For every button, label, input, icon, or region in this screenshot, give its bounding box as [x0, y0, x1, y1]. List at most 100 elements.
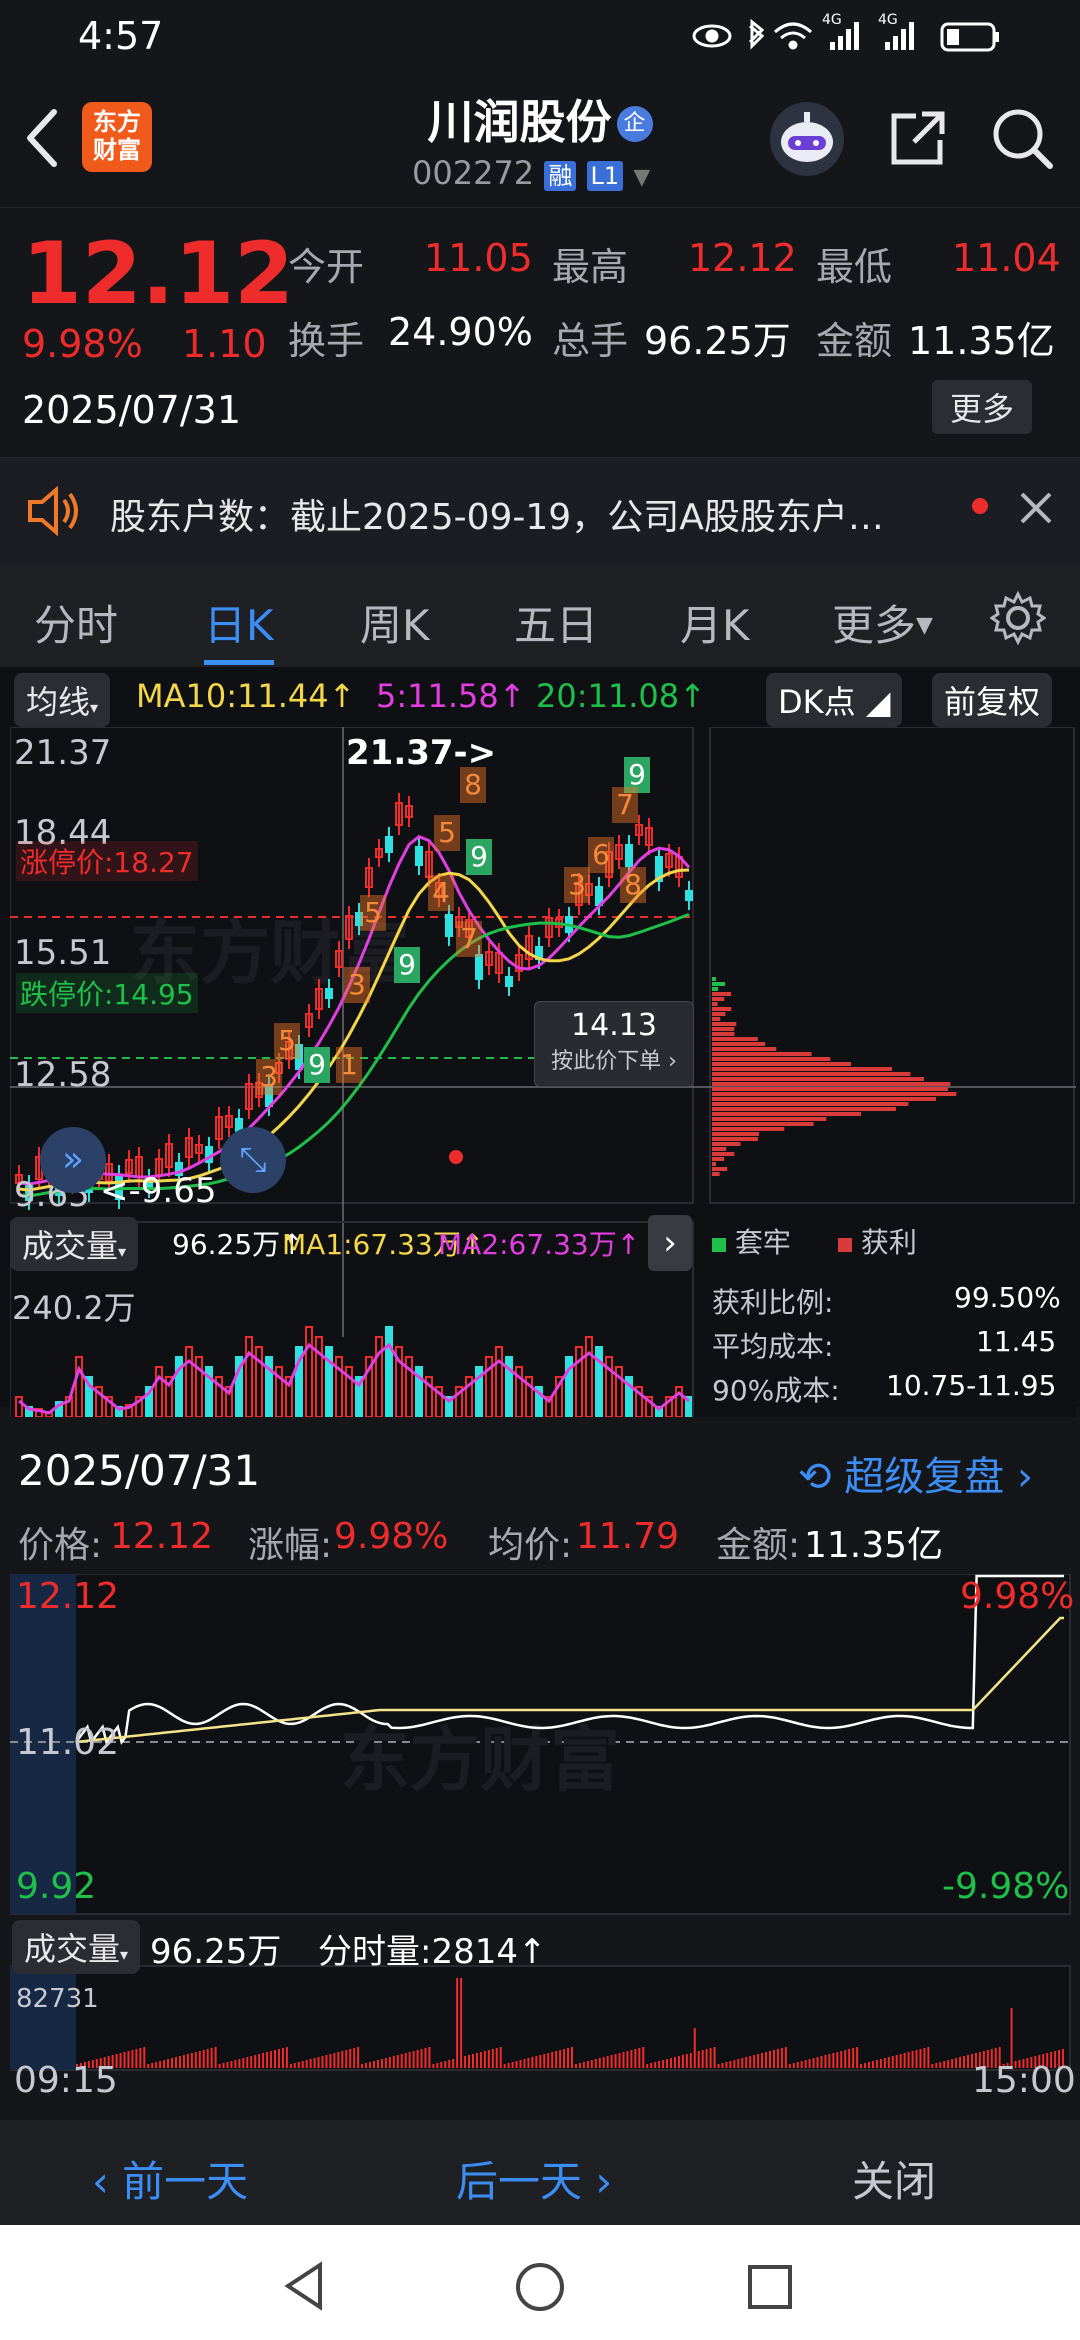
zoom-button[interactable]: ⤡: [220, 1127, 286, 1193]
tick-volume-bar: [376, 2060, 379, 2068]
tab-monthly-k[interactable]: 月K: [680, 592, 750, 653]
tick-volume-bar: [175, 2057, 177, 2068]
settings-gear-icon[interactable]: [990, 590, 1046, 646]
candle-body: [685, 890, 693, 901]
dk-point-label: DK点: [778, 683, 856, 721]
notice-bar[interactable]: 股东户数：截止2025-09-19，公司A股股东户…: [0, 457, 1080, 562]
tick-volume-bar: [967, 2055, 969, 2068]
tab-intraday[interactable]: 分时: [34, 592, 118, 653]
tick-volume-bar: [784, 2047, 787, 2068]
volume-ma2-readout: MA2:67.33万↑: [438, 1228, 641, 1261]
td-mark-three-2: 3: [344, 967, 370, 1003]
intraday-volume-selector[interactable]: 成交量▾: [12, 1920, 141, 1974]
next-day-label: 后一天: [456, 2157, 583, 2206]
tick-volume-bar: [432, 2064, 435, 2068]
detail-avg-label: 均价:: [488, 1525, 573, 1566]
tick-volume-bar: [547, 2053, 550, 2068]
dropdown-icon: ▼: [633, 165, 651, 190]
tick-volume-bar: [218, 2064, 221, 2068]
assistant-avatar[interactable]: [770, 102, 844, 176]
intraday-y-top: 12.12: [16, 1576, 120, 1617]
tick-volume-bar: [622, 2052, 625, 2068]
amount-label: 金额: [816, 319, 893, 363]
chip-bar: [712, 1117, 827, 1121]
chip-bar: [712, 1037, 758, 1041]
tick-volume-bar: [456, 1978, 459, 2068]
tick-volume-bar: [713, 2047, 716, 2068]
tick-volume-bar: [420, 2049, 423, 2068]
tick-volume-bar: [927, 2047, 930, 2068]
open-label: 今开: [288, 245, 365, 289]
tab-daily-k[interactable]: 日K: [204, 592, 274, 653]
tick-volume-bar: [895, 2055, 898, 2068]
tick-volume-bar: [677, 2056, 680, 2068]
intraday-svg[interactable]: 东方财富: [10, 1574, 1076, 2074]
tick-volume-bar: [444, 2061, 447, 2068]
chevron-right-button[interactable]: ›: [648, 1215, 692, 1271]
tick-volume-bar: [186, 2054, 189, 2068]
ma-selector[interactable]: 均线▾: [14, 673, 111, 727]
candle-body: [625, 844, 633, 867]
dk-point-button[interactable]: DK点 ◢: [766, 673, 903, 727]
close-icon[interactable]: [1016, 488, 1056, 528]
chip-bar: [712, 992, 732, 996]
tick-volume-bar: [246, 2057, 249, 2068]
search-icon[interactable]: [990, 106, 1054, 170]
tick-volume-bar: [365, 2063, 368, 2068]
more-button[interactable]: 更多: [932, 380, 1033, 434]
chip-bar: [712, 1022, 737, 1026]
chip-bar: [712, 1072, 911, 1076]
tick-volume-bar: [792, 2063, 795, 2068]
watermark-text-2: 东方财富: [340, 1719, 620, 1801]
tick-volume-bar: [416, 2050, 419, 2068]
tick-volume-bar: [266, 2052, 269, 2068]
tab-five-day[interactable]: 五日: [514, 592, 598, 653]
tick-volume-bar: [864, 2063, 867, 2068]
nav-recents-icon[interactable]: [746, 2263, 794, 2311]
high-label: 最高: [552, 245, 629, 289]
next-day-button[interactable]: 后一天 ›: [456, 2148, 612, 2209]
tick-volume-bar: [527, 2058, 530, 2068]
stock-code: 002272: [412, 154, 535, 192]
chip-bar: [712, 1092, 957, 1096]
chip-bar: [712, 1052, 812, 1056]
prev-day-button[interactable]: ‹ 前一天: [92, 2148, 248, 2209]
nav-back-icon[interactable]: [280, 2261, 330, 2311]
chip-legend-hold: 套牢: [712, 1221, 791, 1261]
chip-bar: [712, 1097, 936, 1101]
tick-volume-bar: [171, 2058, 174, 2068]
super-replay-button[interactable]: ⟲ 超级复盘 ›: [798, 1444, 1033, 1502]
tick-volume-bar: [373, 2061, 375, 2068]
close-button[interactable]: 关闭: [852, 2148, 936, 2209]
expand-left-button[interactable]: »: [40, 1127, 106, 1193]
detail-price: 12.12: [110, 1516, 214, 1557]
chip-bar: [712, 987, 719, 991]
tick-volume-bar: [943, 2061, 946, 2068]
tick-volume-bar: [123, 2052, 126, 2068]
tick-volume-bar: [531, 2057, 534, 2068]
profit-ratio-value: 99.50%: [954, 1281, 1061, 1314]
cursor-order-tooltip[interactable]: 14.13 按此价下单 ›: [534, 1001, 694, 1087]
chip-legend-profit: 获利: [838, 1221, 917, 1261]
tick-volume-bar: [935, 2063, 938, 2068]
tab-more[interactable]: 更多▼: [832, 592, 933, 653]
tick-volume-bar: [860, 2064, 863, 2068]
nav-home-icon[interactable]: [514, 2261, 566, 2313]
tick-volume-bar: [424, 2048, 427, 2068]
tick-volume-bar: [270, 2051, 273, 2068]
chip-bar: [712, 1002, 718, 1006]
chip-bar: [712, 1172, 720, 1176]
notice-dot: [972, 498, 988, 514]
tick-volume-bar: [654, 2062, 657, 2068]
share-icon[interactable]: [886, 106, 950, 170]
tick-volume-bar: [729, 2061, 732, 2068]
low-value: 11.04: [952, 236, 1061, 280]
tick-volume-bar: [903, 2053, 906, 2068]
volume-selector[interactable]: 成交量▾: [10, 1217, 139, 1271]
adjust-button[interactable]: 前复权: [932, 673, 1053, 727]
tab-weekly-k[interactable]: 周K: [360, 592, 430, 653]
stock-code-row[interactable]: 002272 融 L1 ▼: [412, 154, 650, 192]
tick-volume-bar: [836, 2052, 839, 2068]
chip-bar: [712, 1112, 862, 1116]
detail-date: 2025/07/31: [18, 1446, 261, 1495]
